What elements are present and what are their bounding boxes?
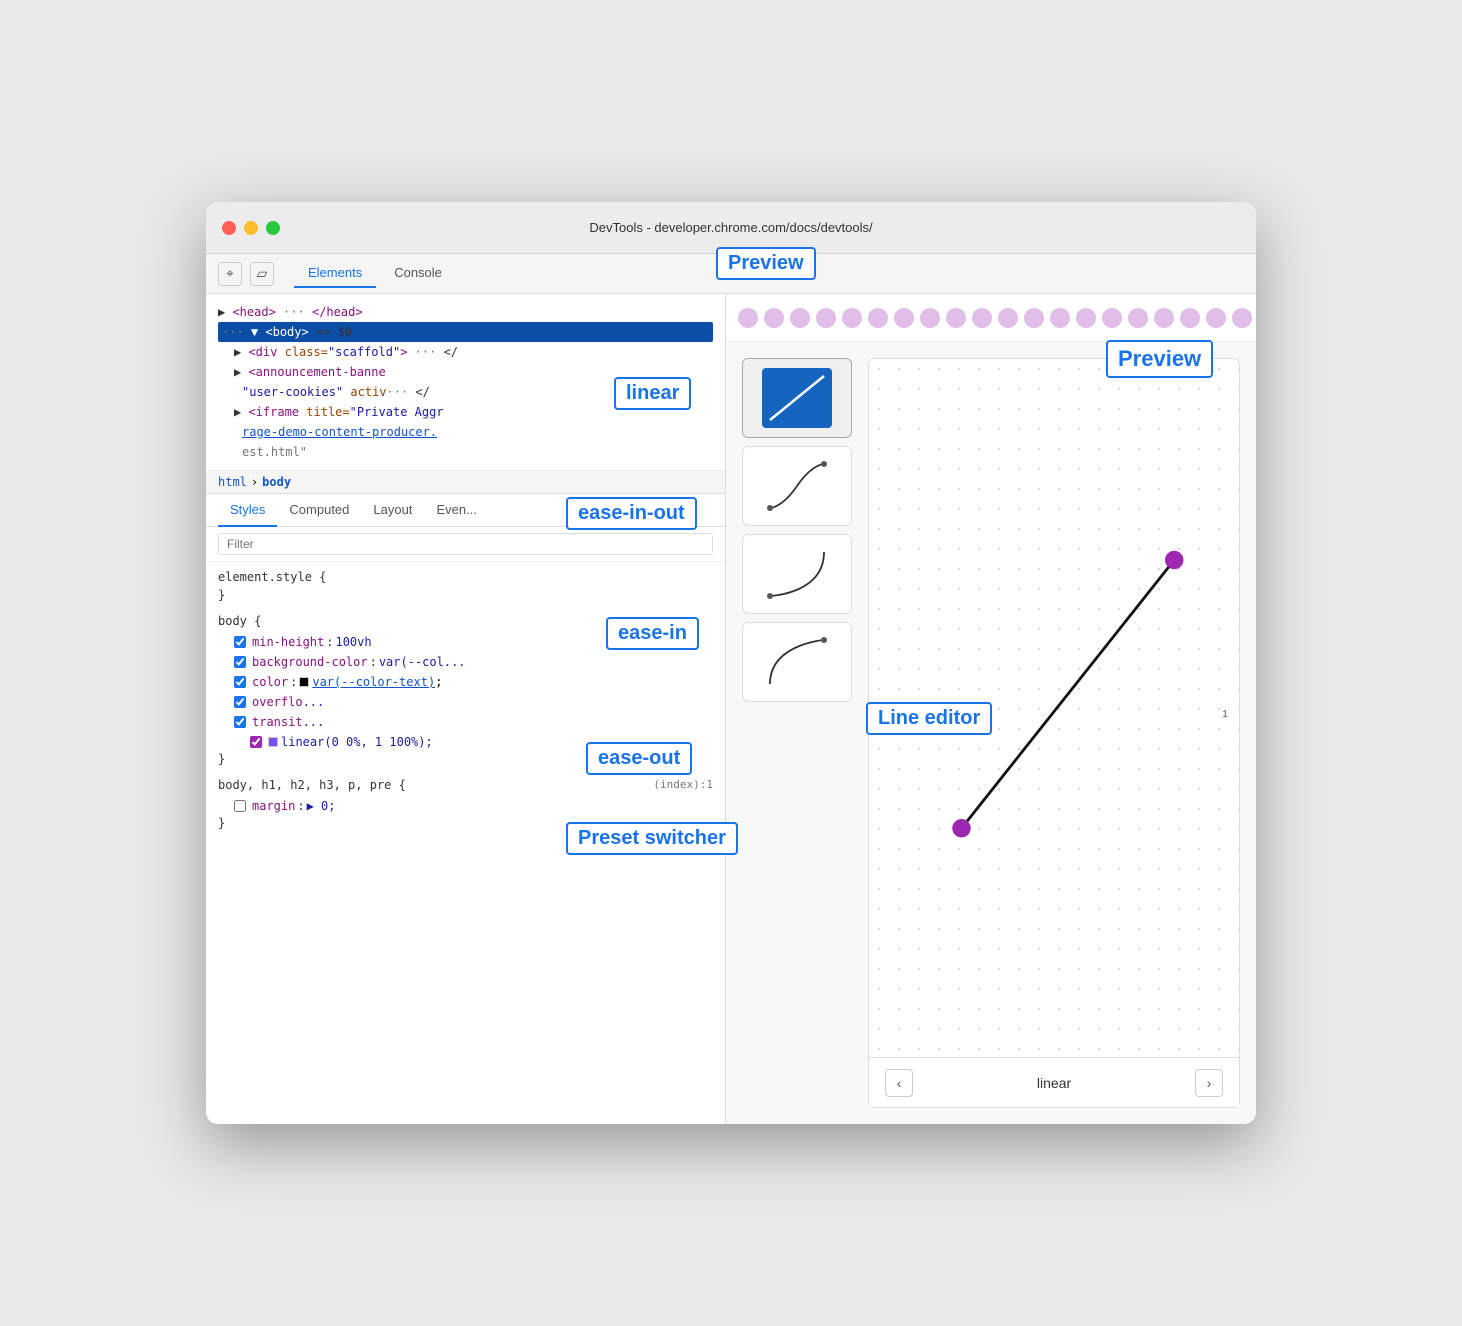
prop-color-checkbox[interactable] xyxy=(234,676,246,688)
device-icon[interactable]: ▱ xyxy=(250,262,274,286)
preview-dot xyxy=(972,308,992,328)
preset-linear[interactable] xyxy=(742,358,852,438)
side-number: 1 xyxy=(1222,709,1228,720)
devtools-window: DevTools - developer.chrome.com/docs/dev… xyxy=(206,202,1256,1124)
annotation-preview: Preview xyxy=(716,247,816,280)
preset-ease-in[interactable] xyxy=(742,534,852,614)
close-button[interactable] xyxy=(222,221,236,235)
tab-computed[interactable]: Computed xyxy=(277,494,361,527)
annotation-linear: linear xyxy=(614,377,691,410)
annotation-ease-in: ease-in xyxy=(606,617,699,650)
preview-dot xyxy=(868,308,888,328)
prop-transition-checkbox[interactable] xyxy=(234,716,246,728)
prop-transition: transit ... xyxy=(218,712,713,732)
ease-in-out-curve-svg xyxy=(762,456,832,516)
line-editor-bottom: ‹ linear › xyxy=(869,1057,1239,1107)
source-link[interactable]: (index):1 xyxy=(653,778,713,796)
preset-ease-out[interactable] xyxy=(742,622,852,702)
preview-dot xyxy=(764,308,784,328)
preview-dot xyxy=(998,308,1018,328)
dom-line-src2: est.html" xyxy=(218,442,713,462)
color-swatch-purple[interactable] xyxy=(268,737,278,747)
preview-strip xyxy=(726,294,1256,342)
preset-list xyxy=(742,358,852,1108)
preview-dot xyxy=(1180,308,1200,328)
preview-dot xyxy=(920,308,940,328)
prop-linear-checkbox[interactable] xyxy=(250,736,262,748)
filter-input[interactable] xyxy=(218,533,713,555)
ease-out-curve-svg xyxy=(762,632,832,692)
prev-preset-button[interactable]: ‹ xyxy=(885,1069,913,1097)
left-panel: ▶ <head> ··· </head> ··· ▼ <body> == $0 … xyxy=(206,294,726,1124)
dom-line-src: rage-demo-content-producer. xyxy=(218,422,713,442)
minimize-button[interactable] xyxy=(244,221,258,235)
style-rule-element: element.style { } xyxy=(218,570,713,602)
preview-dot xyxy=(1050,308,1070,328)
annotation-ease-in-out: ease-in-out xyxy=(566,497,697,530)
linear-curve-svg xyxy=(762,368,832,428)
tab-events[interactable]: Even... xyxy=(424,494,488,527)
breadcrumb: html › body xyxy=(206,471,725,494)
handle-bottom[interactable] xyxy=(952,819,971,838)
tab-layout[interactable]: Layout xyxy=(361,494,424,527)
handle-top[interactable] xyxy=(1165,551,1184,570)
preview-dot xyxy=(1232,308,1252,328)
preview-dot xyxy=(1024,308,1044,328)
devtools-body: ⌖ ▱ Elements Console ▶ <head> ··· </head… xyxy=(206,254,1256,1124)
window-title: DevTools - developer.chrome.com/docs/dev… xyxy=(589,220,872,235)
dom-line-body[interactable]: ··· ▼ <body> == $0 xyxy=(218,322,713,342)
element-style-closing: } xyxy=(218,588,713,602)
preview-dot xyxy=(1128,308,1148,328)
filter-bar xyxy=(206,527,725,562)
tab-console[interactable]: Console xyxy=(380,259,456,288)
preview-dot xyxy=(1206,308,1226,328)
preview-dot xyxy=(946,308,966,328)
annotation-preset-switcher: Preset switcher xyxy=(566,822,738,855)
preview-dot xyxy=(790,308,810,328)
prop-color: color : var(--color-text); xyxy=(218,672,713,692)
prop-margin-checkbox[interactable] xyxy=(234,800,246,812)
element-style-selector: element.style { xyxy=(218,570,713,584)
prop-bg-color-checkbox[interactable] xyxy=(234,656,246,668)
linear-preview xyxy=(762,368,832,428)
preview-dot xyxy=(1076,308,1096,328)
tab-styles[interactable]: Styles xyxy=(218,494,277,527)
color-swatch-black[interactable] xyxy=(299,677,309,687)
tab-elements[interactable]: Elements xyxy=(294,259,376,288)
breadcrumb-html[interactable]: html xyxy=(218,475,247,489)
prop-overflow-checkbox[interactable] xyxy=(234,696,246,708)
ease-in-curve-svg xyxy=(762,544,832,604)
dom-line-div: ▶ <div class="scaffold"> ··· </ xyxy=(218,342,713,362)
annotation-preview: Preview xyxy=(1106,340,1213,378)
prop-overflow: overflo ... xyxy=(218,692,713,712)
prop-margin: margin : ▶ 0; xyxy=(218,796,713,816)
preview-dot xyxy=(1102,308,1122,328)
breadcrumb-body[interactable]: body xyxy=(262,475,291,489)
next-preset-button[interactable]: › xyxy=(1195,1069,1223,1097)
preview-dot xyxy=(842,308,862,328)
preview-dot xyxy=(738,308,758,328)
maximize-button[interactable] xyxy=(266,221,280,235)
main-content: ▶ <head> ··· </head> ··· ▼ <body> == $0 … xyxy=(206,294,1256,1124)
preview-dot xyxy=(1154,308,1174,328)
preset-ease-in-out[interactable] xyxy=(742,446,852,526)
preview-dot xyxy=(816,308,836,328)
current-preset-label: linear xyxy=(1037,1075,1071,1091)
prop-bg-color: background-color : var(--col... xyxy=(218,652,713,672)
traffic-lights xyxy=(222,221,280,235)
toolbar-icons: ⌖ ▱ xyxy=(218,262,274,286)
prop-min-height-checkbox[interactable] xyxy=(234,636,246,648)
inspect-icon[interactable]: ⌖ xyxy=(218,262,242,286)
body-headings-selector: body, h1, h2, h3, p, pre { xyxy=(218,778,406,792)
preview-dot xyxy=(894,308,914,328)
annotation-ease-out: ease-out xyxy=(586,742,692,775)
dom-line-head: ▶ <head> ··· </head> xyxy=(218,302,713,322)
annotation-line-editor: Line editor xyxy=(866,702,992,735)
